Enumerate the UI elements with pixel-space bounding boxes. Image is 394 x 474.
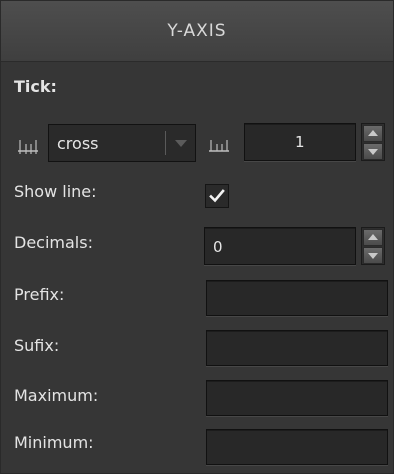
suffix-input[interactable] <box>206 330 388 366</box>
tick-interval-value: 1 <box>295 133 305 151</box>
increment-button[interactable] <box>363 229 383 246</box>
tick-type-value: cross <box>57 134 99 153</box>
tick-interval-icon <box>209 140 229 152</box>
tick-section-label: Tick: <box>14 77 57 96</box>
select-divider <box>165 131 166 155</box>
tick-interval-stepper <box>361 123 385 161</box>
show-line-label: Show line: <box>14 182 97 201</box>
prefix-label: Prefix: <box>14 285 65 304</box>
decimals-label: Decimals: <box>14 233 93 252</box>
minimum-input[interactable] <box>206 429 388 465</box>
tick-type-select[interactable]: cross <box>48 124 196 162</box>
panel-header: Y-AXIS <box>1 1 393 62</box>
increment-button[interactable] <box>363 125 383 142</box>
tick-marks-icon <box>18 140 38 154</box>
maximum-label: Maximum: <box>14 386 99 405</box>
maximum-input[interactable] <box>206 380 388 416</box>
decrement-button[interactable] <box>363 247 383 264</box>
decimals-stepper <box>361 227 385 265</box>
panel-title: Y-AXIS <box>167 21 227 41</box>
tick-interval-input[interactable]: 1 <box>244 123 356 161</box>
chevron-down-icon[interactable] <box>175 140 187 147</box>
show-line-checkbox[interactable] <box>205 184 229 208</box>
decimals-input[interactable]: 0 <box>204 227 356 265</box>
decimals-value: 0 <box>213 238 223 256</box>
suffix-label: Sufix: <box>14 336 60 355</box>
minimum-label: Minimum: <box>14 433 94 452</box>
decrement-button[interactable] <box>363 143 383 160</box>
checkmark-icon <box>209 189 225 203</box>
y-axis-panel: Y-AXIS Tick: cross 1 Show line: Decimals… <box>0 0 394 474</box>
prefix-input[interactable] <box>206 280 388 316</box>
